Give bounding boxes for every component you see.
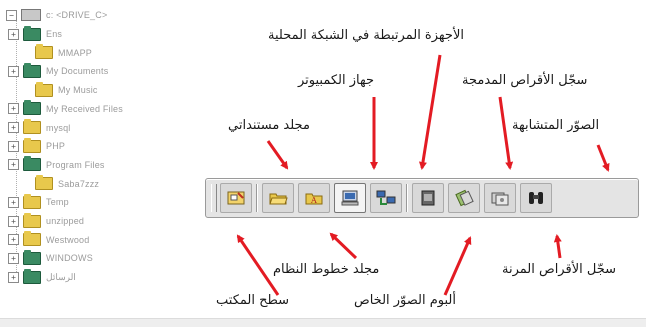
tree-item[interactable]: + WINDOWS (6, 249, 93, 267)
toolbar-separator (406, 184, 408, 212)
folder-icon (35, 81, 53, 97)
expand-icon[interactable]: + (8, 122, 19, 133)
toolbar-separator (256, 184, 258, 212)
label-my-documents: مجلد مستنداتي (228, 118, 310, 133)
tree-item[interactable]: MMAPP (6, 44, 92, 62)
tree-item-label: PHP (46, 141, 66, 152)
tree-item[interactable]: + PHP (6, 137, 65, 155)
tree-item-label: الرسائل (46, 271, 76, 282)
desktop-icon (227, 191, 245, 205)
tree-item-label: mysql (46, 122, 71, 133)
label-cd-history: سجّل الأقراص المدمجة (462, 73, 588, 88)
expand-icon[interactable]: + (8, 252, 19, 264)
folder-icon (23, 100, 41, 116)
tree-item[interactable]: Saba7zzz (6, 175, 99, 193)
computer-icon (341, 190, 359, 206)
removable-disks-button[interactable] (448, 183, 480, 213)
folder-icon (23, 268, 41, 284)
arrow-from-cd-history (498, 96, 514, 170)
tree-item[interactable]: My Music (6, 81, 98, 99)
tree-item[interactable]: + unzipped (6, 212, 84, 230)
tree-item-label: My Received Files (46, 103, 123, 114)
expand-icon[interactable]: + (8, 234, 19, 246)
photo-album-icon (421, 190, 435, 206)
label-fonts-folder: مجلد خطوط النظام (273, 262, 380, 277)
tree-item[interactable]: + My Received Files (6, 100, 123, 118)
tree-item-label: unzipped (46, 216, 85, 226)
binoculars-icon (529, 192, 543, 204)
arrow-from-similar-images (596, 144, 610, 172)
tree-item-label: My Music (58, 85, 98, 96)
network-button[interactable] (370, 183, 402, 213)
tree-item-label: My Documents (46, 66, 109, 77)
collapse-icon[interactable]: − (6, 9, 17, 21)
folder-icon (23, 119, 41, 134)
tree-item[interactable]: + Westwood (6, 231, 89, 249)
my-documents-button[interactable] (262, 183, 294, 213)
expand-icon[interactable]: + (8, 159, 19, 171)
expand-icon[interactable]: + (8, 215, 19, 227)
folder-icon (23, 137, 41, 153)
removable-disk-icon (455, 189, 474, 207)
tree-item-label: Saba7zzz (58, 178, 100, 189)
label-removable-disks: سجّل الأقراص المرنة (502, 262, 616, 277)
label-network: الأجهزة المرتبطة في الشبكة المحلية (268, 28, 464, 43)
arrow-from-network (418, 54, 442, 170)
tree-item-label: WINDOWS (46, 253, 93, 264)
folder-icon (23, 25, 41, 41)
expand-icon[interactable]: + (8, 103, 19, 115)
toolbar-grip[interactable] (211, 184, 217, 212)
fonts-folder-button[interactable]: A (298, 183, 330, 213)
folder-icon (23, 249, 41, 265)
screenshot-stage: − c: <DRIVE_C> + Ens MMAPP + My Documents My … (0, 0, 646, 327)
tree-item-label: Program Files (46, 159, 105, 170)
folder-open-icon (269, 193, 288, 205)
cd-icon (491, 192, 509, 206)
tree-item-label: Ens (46, 29, 63, 39)
drive-icon (21, 9, 41, 21)
tree-item[interactable]: + Ens (6, 25, 62, 43)
label-similar-images: الصوّر المتشابهة (512, 118, 600, 133)
tree-item[interactable]: + mysql (6, 119, 71, 137)
cd-history-button[interactable] (484, 183, 516, 213)
folder-icon (23, 156, 41, 172)
my-computer-button[interactable] (334, 183, 366, 213)
tree-item[interactable]: + My Documents (6, 62, 108, 80)
similar-images-button[interactable] (520, 183, 552, 213)
tree-item-label: Westwood (46, 234, 90, 245)
expand-icon[interactable]: + (8, 271, 19, 283)
tree-item[interactable]: + Temp (6, 193, 69, 211)
arrow-to-removable-disks (553, 234, 562, 259)
tree-item-label: MMAPP (58, 47, 93, 58)
expand-icon[interactable]: + (8, 140, 19, 152)
arrow-to-photo-album (443, 236, 472, 296)
expand-icon[interactable]: + (8, 28, 19, 40)
arrow-to-desktop (236, 234, 280, 296)
bottom-strip (0, 318, 646, 327)
folder-icon (23, 231, 41, 247)
arrow-from-my-documents (266, 140, 289, 170)
svg-text:A: A (310, 196, 317, 205)
network-icon (376, 190, 396, 205)
expand-icon[interactable]: + (8, 65, 19, 77)
folder-icon (23, 62, 41, 78)
tree-root[interactable]: − c: <DRIVE_C> (6, 6, 107, 24)
folder-icon (23, 212, 41, 228)
folder-icon (35, 44, 53, 60)
photo-album-button[interactable] (412, 183, 444, 213)
fonts-folder-icon: A (305, 193, 323, 205)
expand-icon[interactable]: + (8, 196, 19, 208)
tree-item[interactable]: + الرسائل (6, 268, 76, 286)
desktop-button[interactable] (220, 183, 252, 213)
label-desktop: سطح المكتب (216, 293, 290, 308)
tree-item[interactable]: + Program Files (6, 156, 105, 174)
tree-item-label: Temp (46, 197, 69, 208)
arrow-to-fonts-folder (329, 232, 358, 260)
folder-icon (23, 193, 41, 209)
toolbar: A (205, 178, 639, 218)
label-photo-album: ألبوم الصوّر الخاص (354, 293, 457, 308)
tree-root-label: c: <DRIVE_C> (46, 10, 108, 20)
label-my-computer: جهاز الكمبيوتر (298, 73, 375, 88)
folder-icon (35, 175, 53, 191)
